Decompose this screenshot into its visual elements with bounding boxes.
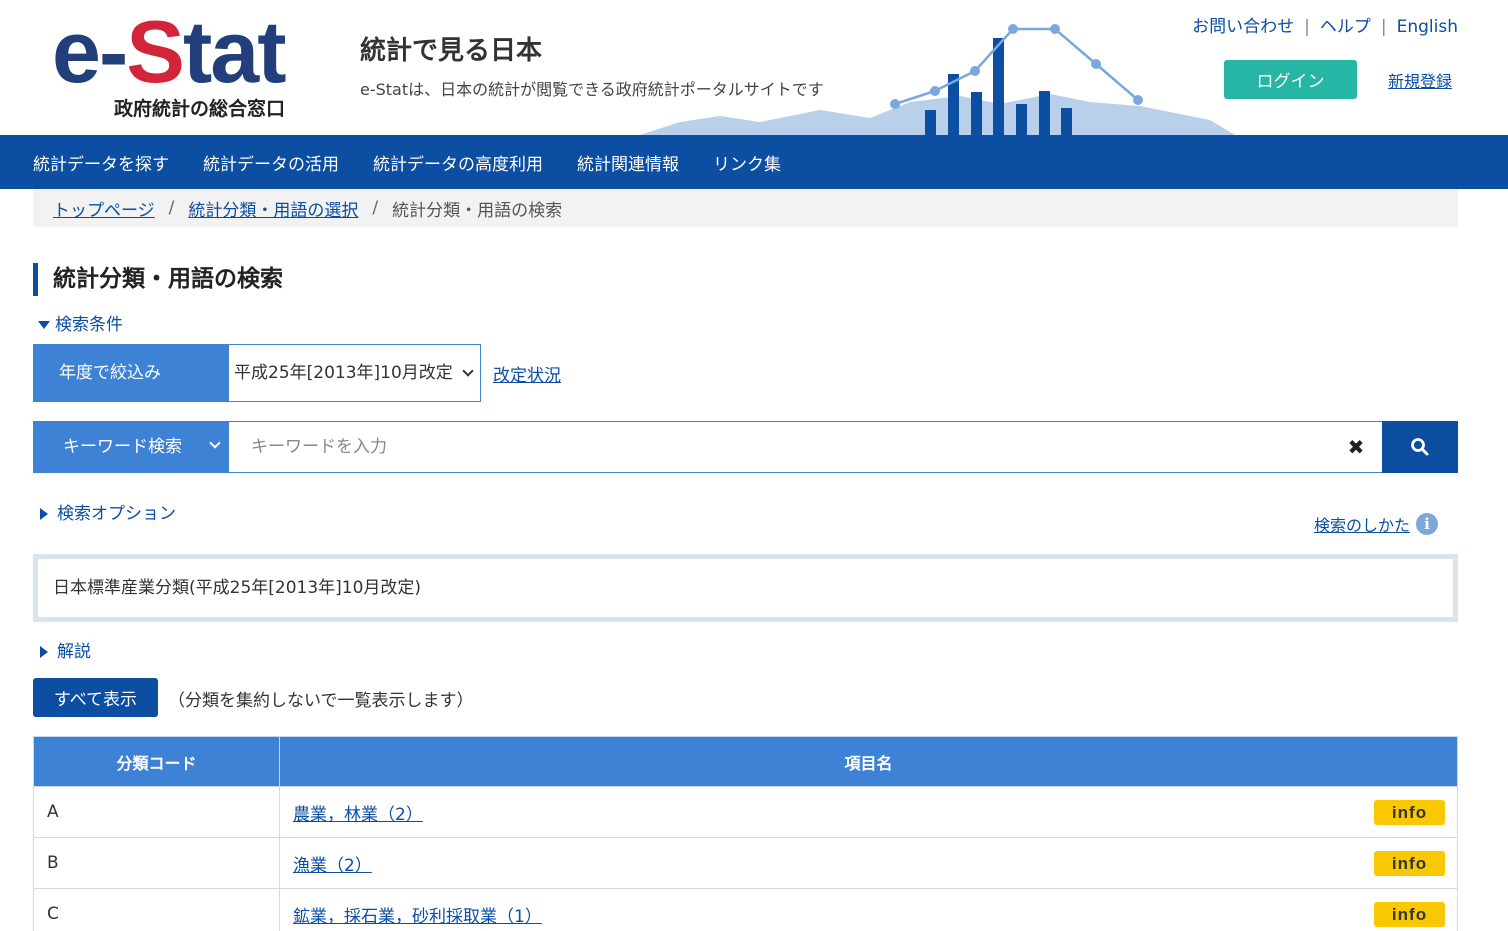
search-howto[interactable]: 検索のしかた i [1314, 512, 1439, 536]
keyword-search-type-dropdown[interactable]: キーワード検索 [33, 421, 229, 473]
year-select[interactable]: 平成25年[2013年]10月改定 [228, 344, 481, 402]
column-header-code: 分類コード [33, 736, 280, 787]
english-link[interactable]: English [1397, 17, 1458, 37]
show-all-note: （分類を集約しないで一覧表示します） [168, 691, 474, 711]
breadcrumb-current: 統計分類・用語の検索 [392, 200, 563, 221]
nav-item-related-info[interactable]: 統計関連情報 [560, 150, 696, 175]
row-item-link[interactable]: 農業，林業（2） [293, 805, 423, 825]
table-row: C 鉱業，採石業，砂利採取業（1） info [33, 888, 1458, 931]
explanation-toggle[interactable]: 解説 [40, 637, 91, 662]
row-code: B [33, 837, 280, 889]
row-code: A [33, 786, 280, 838]
triangle-right-icon [40, 508, 48, 520]
contact-link[interactable]: お問い合わせ [1192, 17, 1294, 37]
search-options-toggle[interactable]: 検索オプション [40, 499, 176, 524]
search-icon [1411, 438, 1429, 456]
classification-table: 分類コード 項目名 A 農業，林業（2） info B 漁業（2） info C 鉱… [33, 736, 1458, 931]
logo-subtitle: 政府統計の総合窓口 [114, 98, 286, 120]
breadcrumb-top[interactable]: トップページ [53, 196, 155, 221]
utility-links: お問い合わせ | ヘルプ | English [1192, 17, 1458, 37]
login-button[interactable]: ログイン [1224, 60, 1357, 99]
table-row: A 農業，林業（2） info [33, 786, 1458, 838]
logo-wordmark: e-Stat [52, 2, 287, 101]
triangle-right-icon [40, 646, 48, 658]
breadcrumb-separator: / [372, 198, 379, 218]
table-row: B 漁業（2） info [33, 837, 1458, 889]
row-code: C [33, 888, 280, 931]
search-howto-link[interactable]: 検索のしかた [1314, 512, 1410, 536]
nav-item-links[interactable]: リンク集 [696, 150, 798, 175]
search-button[interactable] [1382, 421, 1458, 473]
revision-status-link[interactable]: 改定状況 [493, 361, 561, 386]
row-item-link[interactable]: 鉱業，採石業，砂利採取業（1） [293, 907, 542, 927]
breadcrumb: トップページ / 統計分類・用語の選択 / 統計分類・用語の検索 [33, 189, 1458, 227]
main-nav: 統計データを探す 統計データの活用 統計データの高度利用 統計関連情報 リンク集 [0, 135, 1508, 189]
page-title: 統計分類・用語の検索 [33, 263, 283, 296]
site-header: e-Stat 政府統計の総合窓口 統計で見る日本 e-Statは、日本の統計が閲… [0, 0, 1508, 135]
show-all-button[interactable]: すべて表示 [33, 678, 158, 717]
keyword-input[interactable] [229, 421, 1383, 473]
info-button[interactable]: info [1374, 800, 1445, 825]
clear-icon[interactable]: ✖ [1343, 435, 1369, 459]
help-link[interactable]: ヘルプ [1320, 17, 1371, 37]
info-button[interactable]: info [1374, 851, 1445, 876]
breadcrumb-classification-select[interactable]: 統計分類・用語の選択 [188, 196, 358, 221]
estat-logo[interactable]: e-Stat 政府統計の総合窓口 [52, 4, 312, 122]
info-icon: i [1416, 513, 1439, 535]
info-button[interactable]: info [1374, 902, 1445, 927]
nav-item-find-data[interactable]: 統計データを探す [16, 150, 186, 175]
row-item-link[interactable]: 漁業（2） [293, 856, 372, 876]
search-conditions-toggle[interactable]: 検索条件 [38, 310, 123, 335]
chevron-down-icon [209, 437, 221, 449]
site-title: 統計で見る日本 [360, 36, 543, 66]
register-link[interactable]: 新規登録 [1388, 68, 1452, 92]
classification-name-box: 日本標準産業分類(平成25年[2013年]10月改定) [33, 554, 1458, 622]
triangle-down-icon [38, 321, 50, 329]
chevron-down-icon [462, 365, 474, 377]
column-header-item-name: 項目名 [279, 736, 1458, 787]
header-chart-illustration [640, 24, 1235, 135]
nav-item-use-data[interactable]: 統計データの活用 [186, 150, 356, 175]
year-filter-label: 年度で絞込み [33, 344, 228, 402]
breadcrumb-separator: / [168, 198, 175, 218]
nav-item-advanced-use[interactable]: 統計データの高度利用 [356, 150, 560, 175]
